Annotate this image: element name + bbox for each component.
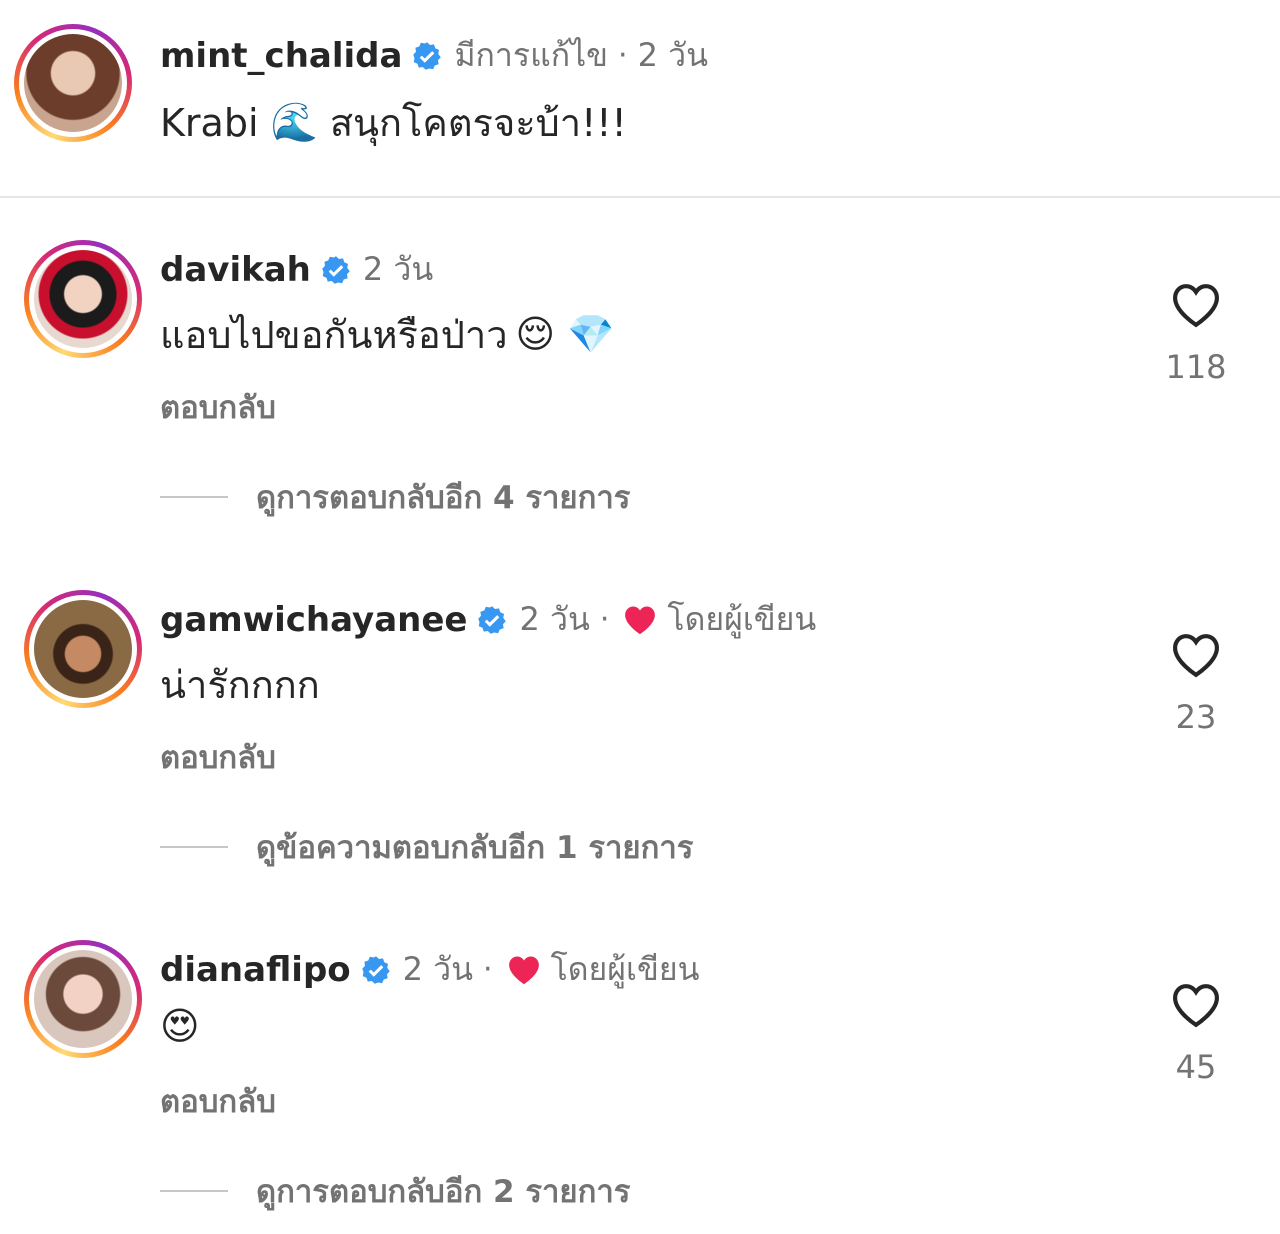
verified-icon <box>361 955 390 984</box>
comment-text: 😍 <box>160 1004 200 1048</box>
caption-text-suffix: สนุกโคตรจะบ้า!!! <box>329 101 627 145</box>
avatar-ring[interactable] <box>24 940 142 1058</box>
view-replies-button[interactable]: ดูการตอบกลับอีก 2 รายการ <box>160 1166 630 1216</box>
verified-icon <box>413 41 442 70</box>
divider-line <box>160 1190 228 1192</box>
timestamp: 2 วัน <box>637 36 708 74</box>
username[interactable]: davikah <box>160 250 311 290</box>
divider-line <box>160 496 228 498</box>
like-count: 118 <box>1165 348 1227 386</box>
view-replies-button[interactable]: ดูข้อความตอบกลับอีก 1 รายการ <box>160 822 693 872</box>
heart-outline-icon[interactable] <box>1170 982 1222 1028</box>
timestamp: 2 วัน <box>362 250 434 288</box>
username[interactable]: dianaflipo <box>160 950 351 990</box>
heart-outline-icon[interactable] <box>1170 632 1222 678</box>
username[interactable]: mint_chalida <box>160 36 402 76</box>
heart-eyes-emoji: 😍 <box>160 1004 200 1048</box>
avatar[interactable] <box>34 600 132 698</box>
comment-text: แอบไปขอกันหรือป่าว 😌 💎 <box>160 304 615 365</box>
edited-label: มีการแก้ไข <box>454 36 609 74</box>
separator-dot: · <box>618 38 628 73</box>
author-heart-icon <box>625 606 656 634</box>
avatar[interactable] <box>34 250 132 348</box>
wave-emoji: 🌊 <box>270 100 318 144</box>
view-replies-label: ดูการตอบกลับอีก 4 รายการ <box>256 480 631 516</box>
heart-outline-icon[interactable] <box>1170 282 1222 328</box>
like-count: 23 <box>1175 698 1217 736</box>
separator-dot: · <box>599 602 610 637</box>
separator-dot: · <box>483 952 493 987</box>
avatar-ring[interactable] <box>24 590 142 708</box>
like-control: 118 <box>1160 282 1232 386</box>
avatar[interactable] <box>34 950 132 1048</box>
verified-icon <box>322 255 350 284</box>
author-heart-icon <box>508 956 539 984</box>
comment-text-body: น่ารักกกก <box>160 663 320 707</box>
post-caption: mint_chalida มีการแก้ไข · 2 วัน Krabi 🌊 … <box>0 0 1280 198</box>
view-replies-label: ดูข้อความตอบกลับอีก 1 รายการ <box>256 830 694 866</box>
author-liked-label: โดยผู้เขียน <box>667 600 817 638</box>
view-replies-label: ดูการตอบกลับอีก 2 รายการ <box>256 1174 631 1210</box>
author-liked-label: โดยผู้เขียน <box>550 950 700 988</box>
timestamp: 2 วัน <box>402 950 474 988</box>
comment-emojis: 😌 💎 <box>515 312 615 356</box>
verified-icon <box>478 605 507 634</box>
like-control: 45 <box>1160 982 1232 1086</box>
view-replies-button[interactable]: ดูการตอบกลับอีก 4 รายการ <box>160 472 630 522</box>
reply-button[interactable]: ตอบกลับ <box>160 382 276 432</box>
divider-line <box>160 846 228 848</box>
username[interactable]: gamwichayanee <box>160 600 467 640</box>
timestamp: 2 วัน <box>519 600 590 638</box>
caption-text-prefix: Krabi <box>160 100 259 145</box>
avatar-ring[interactable] <box>14 24 132 142</box>
reply-button[interactable]: ตอบกลับ <box>160 732 276 782</box>
reply-button[interactable]: ตอบกลับ <box>160 1076 276 1126</box>
comment-text: น่ารักกกก <box>160 654 320 715</box>
like-count: 45 <box>1175 1048 1217 1086</box>
like-control: 23 <box>1160 632 1232 736</box>
avatar[interactable] <box>24 34 122 132</box>
comment-text-body: แอบไปขอกันหรือป่าว <box>160 313 508 357</box>
caption-text: Krabi 🌊 สนุกโคตรจะบ้า!!! <box>160 92 627 153</box>
avatar-ring[interactable] <box>24 240 142 358</box>
